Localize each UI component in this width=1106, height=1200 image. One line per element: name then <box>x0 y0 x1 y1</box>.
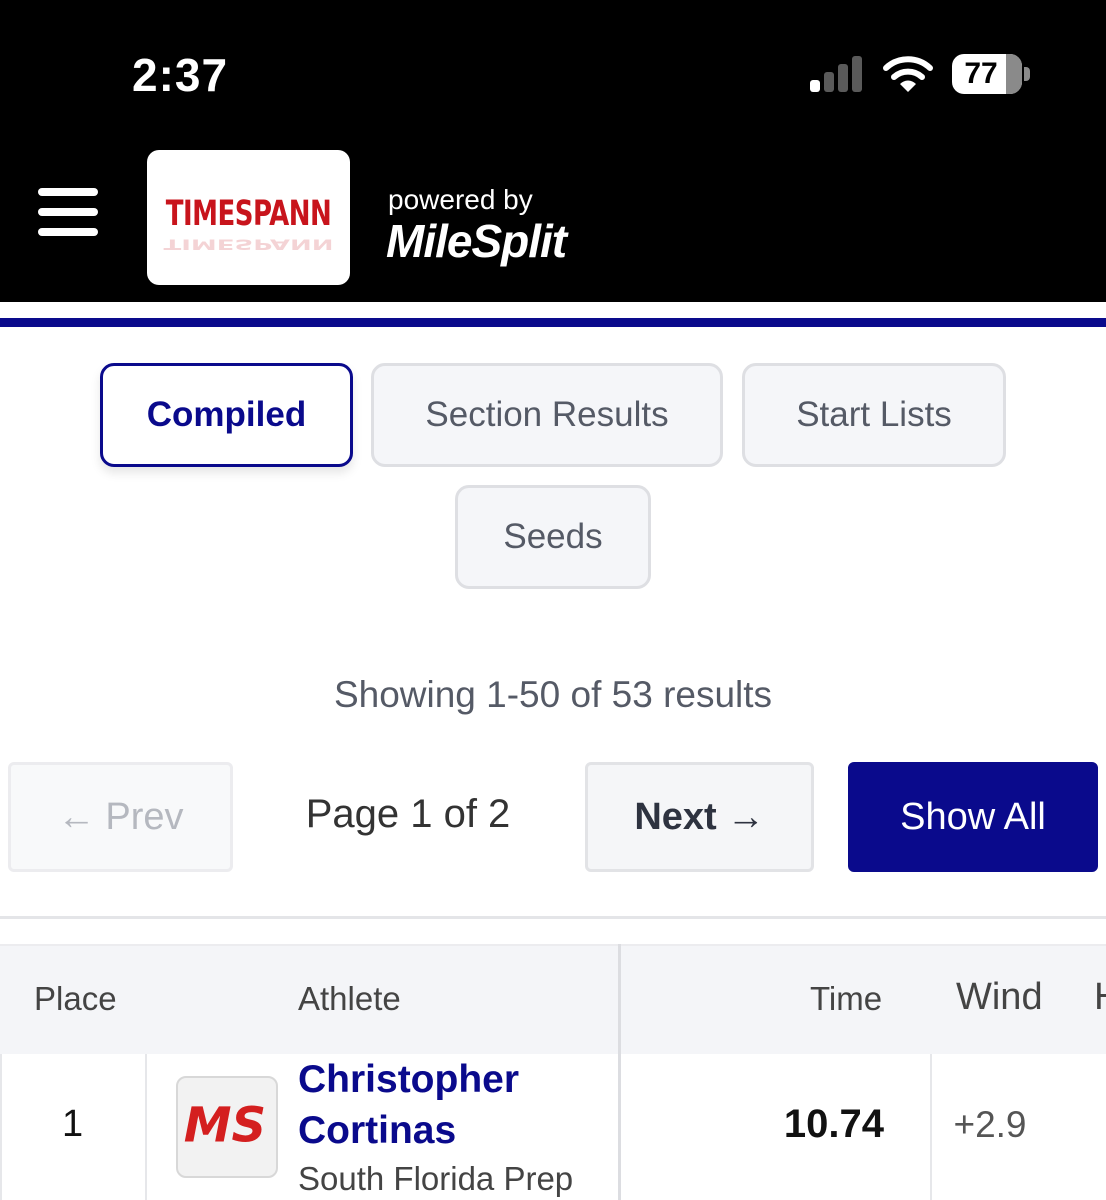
row-place: 1 <box>62 1103 84 1145</box>
column-header-wind[interactable]: Wind <box>956 976 1043 1019</box>
milesplit-logo[interactable]: MileSplit <box>386 214 567 268</box>
athlete-name-link[interactable]: Christopher Cortinas <box>298 1054 598 1156</box>
prev-page-button[interactable]: ← Prev <box>8 762 233 872</box>
page-indicator: Page 1 of 2 <box>305 792 511 836</box>
hamburger-menu-icon[interactable] <box>38 188 100 236</box>
column-header-athlete[interactable]: Athlete <box>298 980 401 1018</box>
status-time: 2:37 <box>132 49 229 101</box>
tab-compiled[interactable]: Compiled <box>100 363 353 467</box>
wifi-icon <box>883 56 933 92</box>
header-accent-stripe <box>0 318 1106 327</box>
next-page-button[interactable]: Next → <box>585 762 814 872</box>
prev-label: Prev <box>105 795 184 838</box>
arrow-left-icon: ← <box>57 795 96 838</box>
team-logo-letters: MS <box>184 1097 266 1153</box>
timespann-logo[interactable]: TIMESPANN TIMESPANN <box>147 150 350 285</box>
table-left-border <box>0 1054 2 1200</box>
table-header <box>0 944 1106 1054</box>
battery-percent: 77 <box>964 57 998 90</box>
logo-wordmark: TIMESPANN <box>165 194 332 235</box>
result-wind: +2.9 <box>953 1104 1027 1145</box>
show-all-button[interactable]: Show All <box>848 762 1098 872</box>
column-separator <box>145 1054 147 1200</box>
powered-by-label: powered by <box>388 184 533 215</box>
athlete-school: South Florida Prep <box>298 1160 574 1197</box>
result-time: 10.74 <box>783 1102 884 1146</box>
battery-icon: 77 <box>952 54 1022 94</box>
tab-seeds[interactable]: Seeds <box>455 485 651 589</box>
next-label: Next <box>634 795 717 838</box>
column-header-h[interactable]: H <box>1094 976 1106 1019</box>
logo-reflection: TIMESPANN <box>163 235 334 253</box>
column-separator <box>618 944 621 1200</box>
cellular-signal-icon <box>808 56 866 92</box>
battery-nub <box>1024 67 1030 81</box>
column-header-time[interactable]: Time <box>810 980 882 1018</box>
column-separator <box>930 1054 932 1200</box>
column-header-place[interactable]: Place <box>34 980 117 1018</box>
tab-section-results[interactable]: Section Results <box>371 363 723 467</box>
team-logo-icon[interactable]: MS <box>176 1076 278 1178</box>
tab-start-lists[interactable]: Start Lists <box>742 363 1006 467</box>
arrow-right-icon: → <box>726 795 765 838</box>
section-divider <box>0 916 1106 919</box>
results-summary: Showing 1-50 of 53 results <box>333 674 773 715</box>
